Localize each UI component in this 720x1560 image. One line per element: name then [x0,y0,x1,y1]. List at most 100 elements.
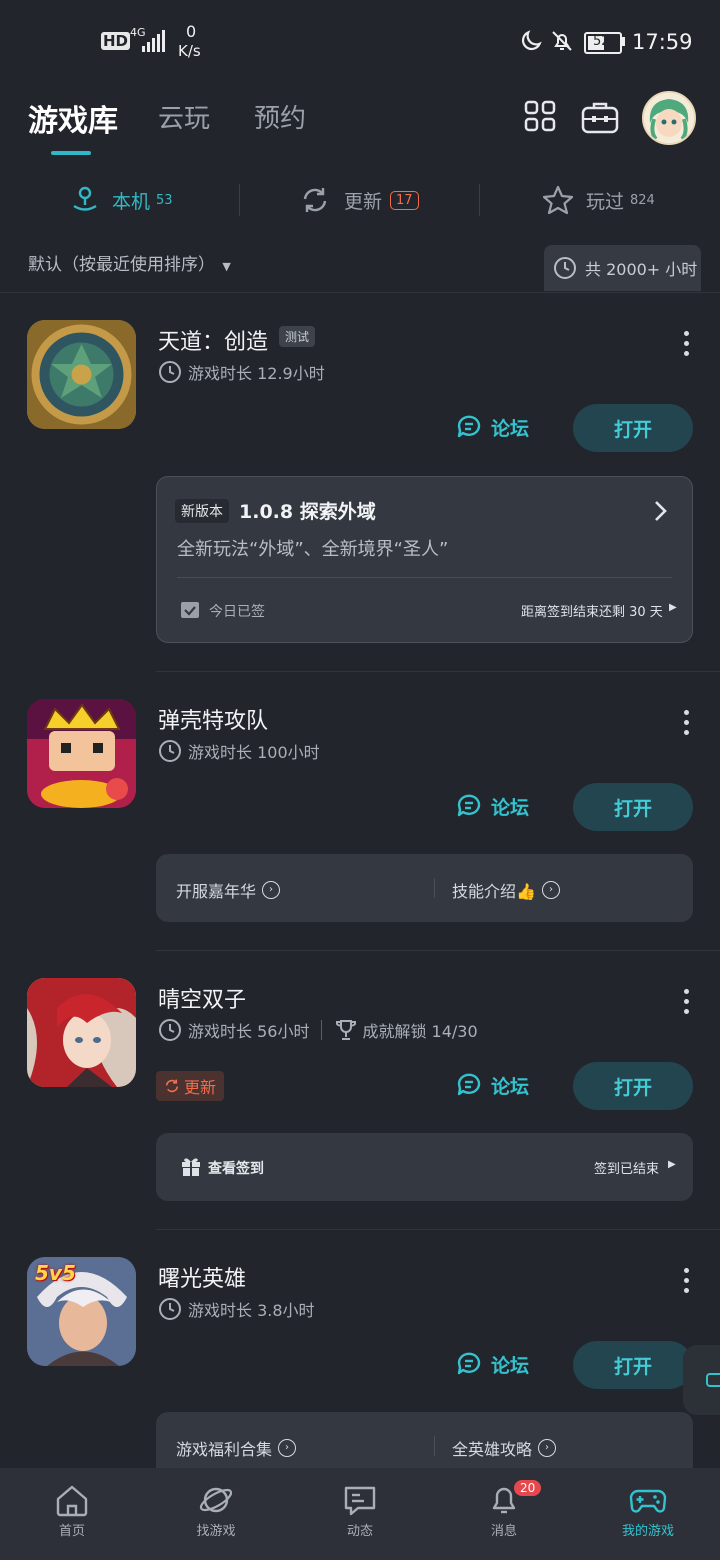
clock-icon [159,1298,181,1320]
tab-game-library[interactable]: 游戏库 [28,96,118,140]
chat-bubble-icon [457,415,481,438]
circle-chevron-icon: › [538,1439,557,1457]
updates-count-badge: 17 [390,190,419,210]
home-icon [56,1485,88,1517]
link-label: 技能介绍👍 [452,882,536,901]
chevron-right-icon[interactable] [653,499,669,523]
links-panel: 开服嘉年华 › 技能介绍👍 › [156,854,693,922]
more-options-icon[interactable] [684,331,690,361]
nav-home[interactable]: 首页 [0,1468,144,1560]
forum-button[interactable]: 论坛 [455,1350,529,1378]
total-hours-chip[interactable]: 共 2000+ 小时 [544,245,701,291]
game-icon[interactable] [27,978,136,1087]
forum-button[interactable]: 论坛 [455,792,529,820]
segment-local-count: 53 [156,192,173,208]
checkin-status: 今日已签 [209,604,265,620]
link-welfare[interactable]: 游戏福利合集 › [176,1436,297,1460]
link-carnival[interactable]: 开服嘉年华 › [176,878,281,902]
playtime-text: 游戏时长 12.9小时 [188,364,325,383]
open-button[interactable]: 打开 [573,1062,693,1110]
more-options-icon[interactable] [684,710,690,740]
tab-cloud-play[interactable]: 云玩 [158,98,210,135]
divider [156,671,720,672]
forum-button[interactable]: 论坛 [455,413,529,441]
refresh-icon [165,1079,179,1093]
messages-badge: 20 [514,1480,542,1496]
checkin-ended: 签到已结束 [594,1162,660,1177]
playtime-text: 游戏时长 56小时 [188,1022,310,1041]
nav-label: 消息 [490,1524,517,1539]
game-title[interactable]: 弹壳特攻队 [158,703,268,735]
forum-label: 论坛 [491,1075,530,1098]
link-label: 开服嘉年华 [176,882,257,901]
game-playtime: 游戏时长 100小时 [158,739,320,763]
open-button[interactable]: 打开 [573,404,693,452]
grid-icon[interactable] [524,100,556,132]
version-title: 1.0.8 探索外域 [239,501,376,523]
more-options-icon[interactable] [684,1268,690,1298]
game-icon[interactable] [27,320,136,429]
game-icon[interactable]: 5v5 [27,1257,136,1366]
more-options-icon[interactable] [684,989,690,1019]
forum-label: 论坛 [491,417,530,440]
sort-dropdown[interactable]: 默认（按最近使用排序） ▼ [28,250,231,275]
game-title[interactable]: 天道：创造 [158,324,268,356]
nav-my-games[interactable]: 我的游戏 [576,1468,720,1560]
caret-right-icon: ▶ [669,602,677,613]
gamepad-icon [629,1489,667,1513]
nav-find-games[interactable]: 找游戏 [144,1468,288,1560]
nav-label: 找游戏 [196,1524,236,1539]
battery-icon: 52 [584,32,622,54]
star-icon [542,185,574,215]
total-hours: 共 2000+ 小时 [585,260,698,279]
new-version-tag: 新版本 [175,499,229,523]
planet-icon [199,1487,233,1513]
caret-right-icon: ▶ [668,1159,676,1170]
update-button[interactable]: 更新 [156,1071,225,1101]
floating-widget[interactable] [683,1345,720,1415]
playtime-text: 游戏时长 100小时 [188,743,320,762]
status-bar: HD 4G 0 K/s 52 17:59 [0,0,720,80]
nav-messages[interactable]: 20 消息 [432,1468,576,1560]
signal-icon [142,30,165,52]
battery-level: 52 [593,34,610,49]
chat-bubble-icon [457,794,481,817]
speed-unit: K/s [178,42,201,60]
checkin-panel[interactable]: 查看签到 签到已结束 ▶ [156,1133,693,1201]
avatar[interactable] [642,91,696,145]
checkin-remaining[interactable]: 距离签到结束还剩 30 天 [521,601,663,620]
nav-label: 动态 [346,1524,373,1539]
circle-chevron-icon: › [262,881,281,899]
link-skills[interactable]: 技能介绍👍 › [452,878,560,902]
game-icon[interactable] [27,699,136,808]
battery-tip [622,37,625,46]
nav-feed[interactable]: 动态 [288,1468,432,1560]
tab-reservation[interactable]: 预约 [254,98,306,135]
segment-updates[interactable]: 更新 17 [300,180,419,220]
link-hero-guide[interactable]: 全英雄攻略 › [452,1436,557,1460]
joystick-icon [73,186,97,211]
segment-played[interactable]: 玩过 824 [542,180,655,220]
circle-chevron-icon: › [278,1439,297,1457]
game-title[interactable]: 曙光英雄 [158,1261,246,1293]
nav-label: 首页 [58,1524,85,1539]
panel-divider [177,577,672,578]
gift-icon [182,1158,200,1176]
open-button[interactable]: 打开 [573,1341,693,1389]
refresh-icon [303,188,327,212]
achievement-text: 成就解锁 14/30 [362,1022,478,1041]
meta-divider [321,1020,323,1040]
chat-bubble-icon [457,1352,481,1375]
panel-divider [434,878,435,898]
divider [0,292,720,293]
version-panel[interactable]: 新版本 1.0.8 探索外域 全新玩法“外域”、全新境界“圣人” 今日已签 距离… [156,476,693,643]
update-label: 更新 [184,1078,217,1097]
segment-updates-label: 更新 [344,190,383,213]
segment-local[interactable]: 本机 53 [70,180,173,220]
clock-icon [159,740,181,762]
toolbox-icon[interactable] [581,100,619,134]
forum-button[interactable]: 论坛 [455,1071,529,1099]
game-title[interactable]: 晴空双子 [158,982,246,1014]
open-button[interactable]: 打开 [573,783,693,831]
wallet-icon [706,1373,720,1387]
